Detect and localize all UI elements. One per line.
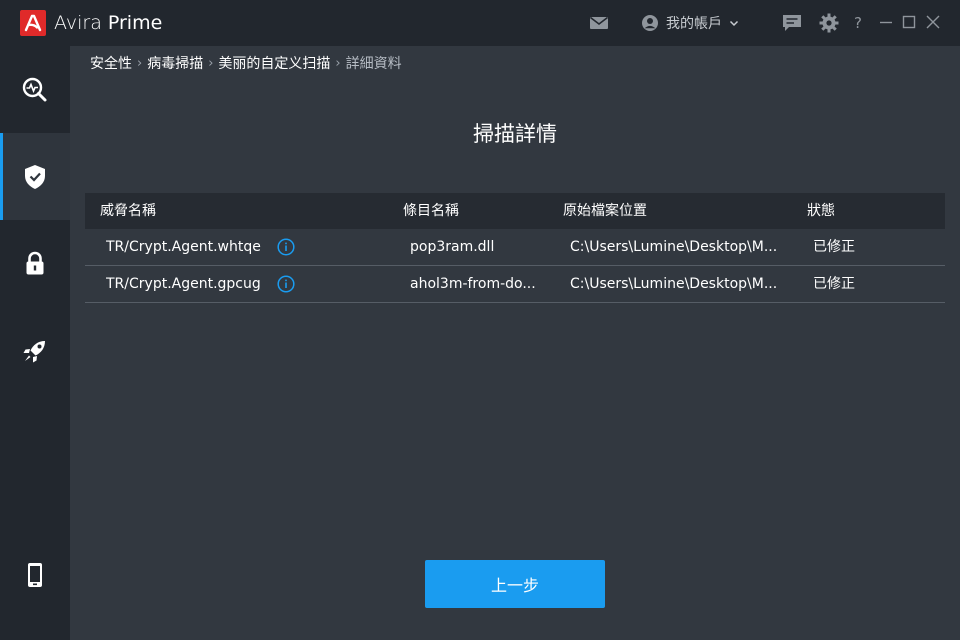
avira-app-window: Avira Prime 我的帳戶 ? 安全性 › 病毒掃描 › 美丽的自定义扫描… xyxy=(0,0,960,640)
column-header-threat[interactable]: 威脅名稱 xyxy=(100,193,390,229)
breadcrumb: 安全性 › 病毒掃描 › 美丽的自定义扫描 › 詳細資料 xyxy=(90,52,402,74)
mail-icon[interactable] xyxy=(588,12,610,34)
original-location: C:\Users\Lumine\Desktop\M... xyxy=(570,239,778,255)
maximize-icon[interactable] xyxy=(899,12,921,34)
main-content: 安全性 › 病毒掃描 › 美丽的自定义扫描 › 詳細資料 掃描詳情 威脅名稱 條… xyxy=(70,46,960,640)
column-header-location[interactable]: 原始檔案位置 xyxy=(563,193,803,229)
table-row[interactable]: TR/Crypt.Agent.whtqe pop3ram.dll C:\User… xyxy=(85,229,945,266)
status-text: 已修正 xyxy=(813,239,855,255)
threat-name: TR/Crypt.Agent.whtqe xyxy=(106,239,261,255)
info-icon[interactable] xyxy=(277,275,295,293)
rocket-icon xyxy=(23,340,45,362)
mobile-phone-icon xyxy=(28,562,42,587)
nav-item-performance[interactable] xyxy=(0,307,70,394)
shield-check-icon xyxy=(25,164,45,189)
table-row[interactable]: TR/Crypt.Agent.gpcug ahol3m-from-do... C… xyxy=(85,266,945,303)
brand-name: Avira xyxy=(54,12,102,34)
title-bar: Avira Prime 我的帳戶 ? xyxy=(0,0,960,46)
avira-logo xyxy=(20,10,46,36)
back-button[interactable]: 上一步 xyxy=(425,560,605,608)
user-circle-icon xyxy=(642,15,658,31)
minimize-icon[interactable] xyxy=(876,12,898,34)
account-menu[interactable]: 我的帳戶 xyxy=(640,12,740,34)
account-label: 我的帳戶 xyxy=(666,16,722,32)
scan-status-icon xyxy=(22,77,47,101)
chevron-right-icon: › xyxy=(208,55,214,71)
breadcrumb-custom-scan[interactable]: 美丽的自定义扫描 xyxy=(218,53,330,73)
chevron-right-icon: › xyxy=(335,55,341,71)
status-text: 已修正 xyxy=(813,276,855,292)
nav-item-status[interactable] xyxy=(0,46,70,133)
help-button[interactable]: ? xyxy=(854,13,868,35)
breadcrumb-virus-scan[interactable]: 病毒掃描 xyxy=(147,53,203,73)
scan-results-table: 威脅名稱 條目名稱 原始檔案位置 狀態 TR/Crypt.Agent.whtqe… xyxy=(85,193,945,303)
chevron-down-icon xyxy=(729,20,739,27)
threat-name: TR/Crypt.Agent.gpcug xyxy=(106,276,261,292)
column-header-entry[interactable]: 條目名稱 xyxy=(403,193,553,229)
app-title: Avira Prime xyxy=(54,11,162,35)
avira-logo-icon xyxy=(24,14,42,32)
gear-icon[interactable] xyxy=(818,12,840,34)
breadcrumb-security[interactable]: 安全性 xyxy=(90,53,132,73)
nav-item-security[interactable] xyxy=(0,133,70,220)
column-header-status[interactable]: 狀態 xyxy=(807,193,927,229)
entry-name: pop3ram.dll xyxy=(410,239,495,255)
entry-name: ahol3m-from-do... xyxy=(410,276,536,292)
sidebar xyxy=(0,46,70,640)
nav-item-mobile[interactable] xyxy=(0,531,70,618)
close-icon[interactable] xyxy=(923,12,945,34)
info-icon[interactable] xyxy=(277,238,295,256)
brand-edition: Prime xyxy=(107,12,163,34)
page-title: 掃描詳情 xyxy=(473,122,557,146)
chat-icon[interactable] xyxy=(781,12,803,34)
original-location: C:\Users\Lumine\Desktop\M... xyxy=(570,276,778,292)
nav-item-privacy[interactable] xyxy=(0,220,70,307)
table-header: 威脅名稱 條目名稱 原始檔案位置 狀態 xyxy=(85,193,945,229)
breadcrumb-details: 詳細資料 xyxy=(345,56,402,72)
lock-icon xyxy=(26,251,44,274)
chevron-right-icon: › xyxy=(137,55,143,71)
